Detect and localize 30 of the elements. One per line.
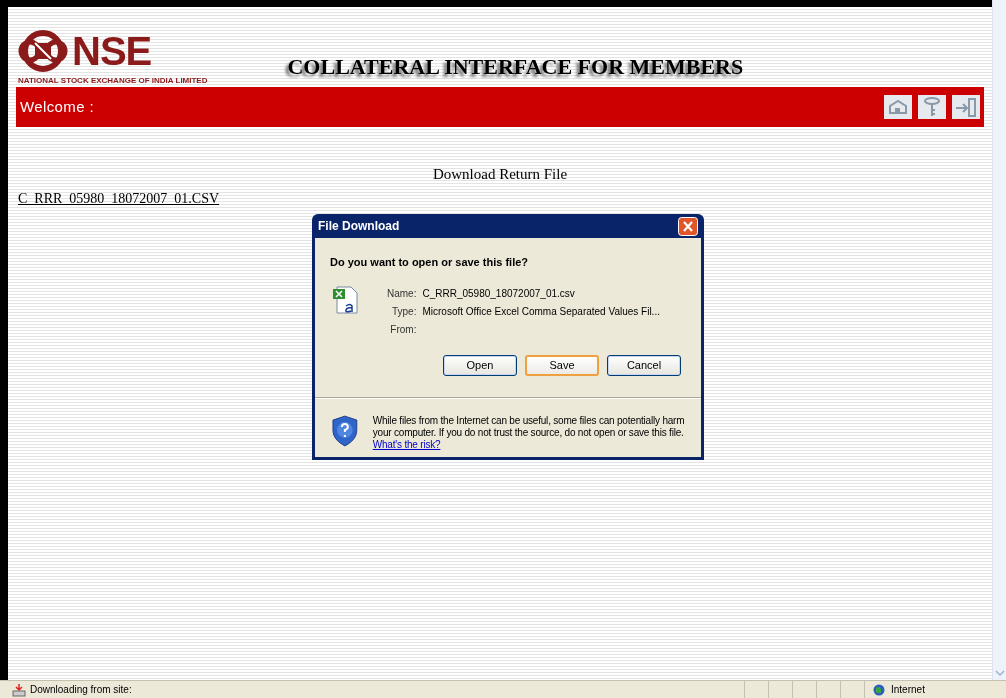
field-value: Microsoft Office Excel Comma Separated Values Fil... (422, 304, 660, 319)
welcome-text: Welcome : (20, 96, 94, 117)
download-icon (12, 682, 26, 697)
field-label: Type: (391, 304, 417, 319)
page-title: COLLATERAL INTERFACE FOR MEMBERS (287, 53, 744, 81)
dialog-button[interactable]: Cancel (607, 354, 681, 376)
file-link[interactable]: C_RRR_05980_18072007_01.CSV (18, 190, 220, 206)
zone-text: Internet (891, 683, 925, 697)
logo-text: NSE (72, 31, 152, 71)
close-icon[interactable] (678, 216, 698, 236)
field-label: Name: (387, 286, 417, 301)
spreadsheet-file-icon (331, 284, 359, 315)
dialog-title: File Download (318, 218, 400, 235)
dialog-button[interactable]: Open (443, 354, 517, 376)
field-label: From: (389, 322, 417, 337)
dialog-question: Do you want to open or save this file? (329, 255, 530, 270)
field-value: C_RRR_05980_18072007_01.csv (422, 286, 576, 301)
key-icon[interactable] (918, 95, 946, 119)
nse-logo-icon (18, 29, 68, 73)
risk-link[interactable]: What's the risk? (372, 438, 441, 450)
globe-icon (873, 683, 885, 696)
status-text: Downloading from site: (30, 683, 133, 697)
section-heading: Download Return File (432, 165, 568, 184)
logo-subtitle: NATIONAL STOCK EXCHANGE OF INDIA LIMITED (18, 75, 208, 87)
shield-help-icon (331, 414, 359, 447)
dialog-button[interactable]: Save (525, 354, 599, 376)
scrollbar[interactable] (992, 0, 1006, 680)
warning-text: While files from the Internet can be useful, some files can potentially harm your computer. If you do not trust the source, do not open or save this file. What's the risk? (372, 414, 685, 451)
home-icon[interactable] (884, 95, 912, 119)
exit-door-icon[interactable] (952, 95, 980, 119)
